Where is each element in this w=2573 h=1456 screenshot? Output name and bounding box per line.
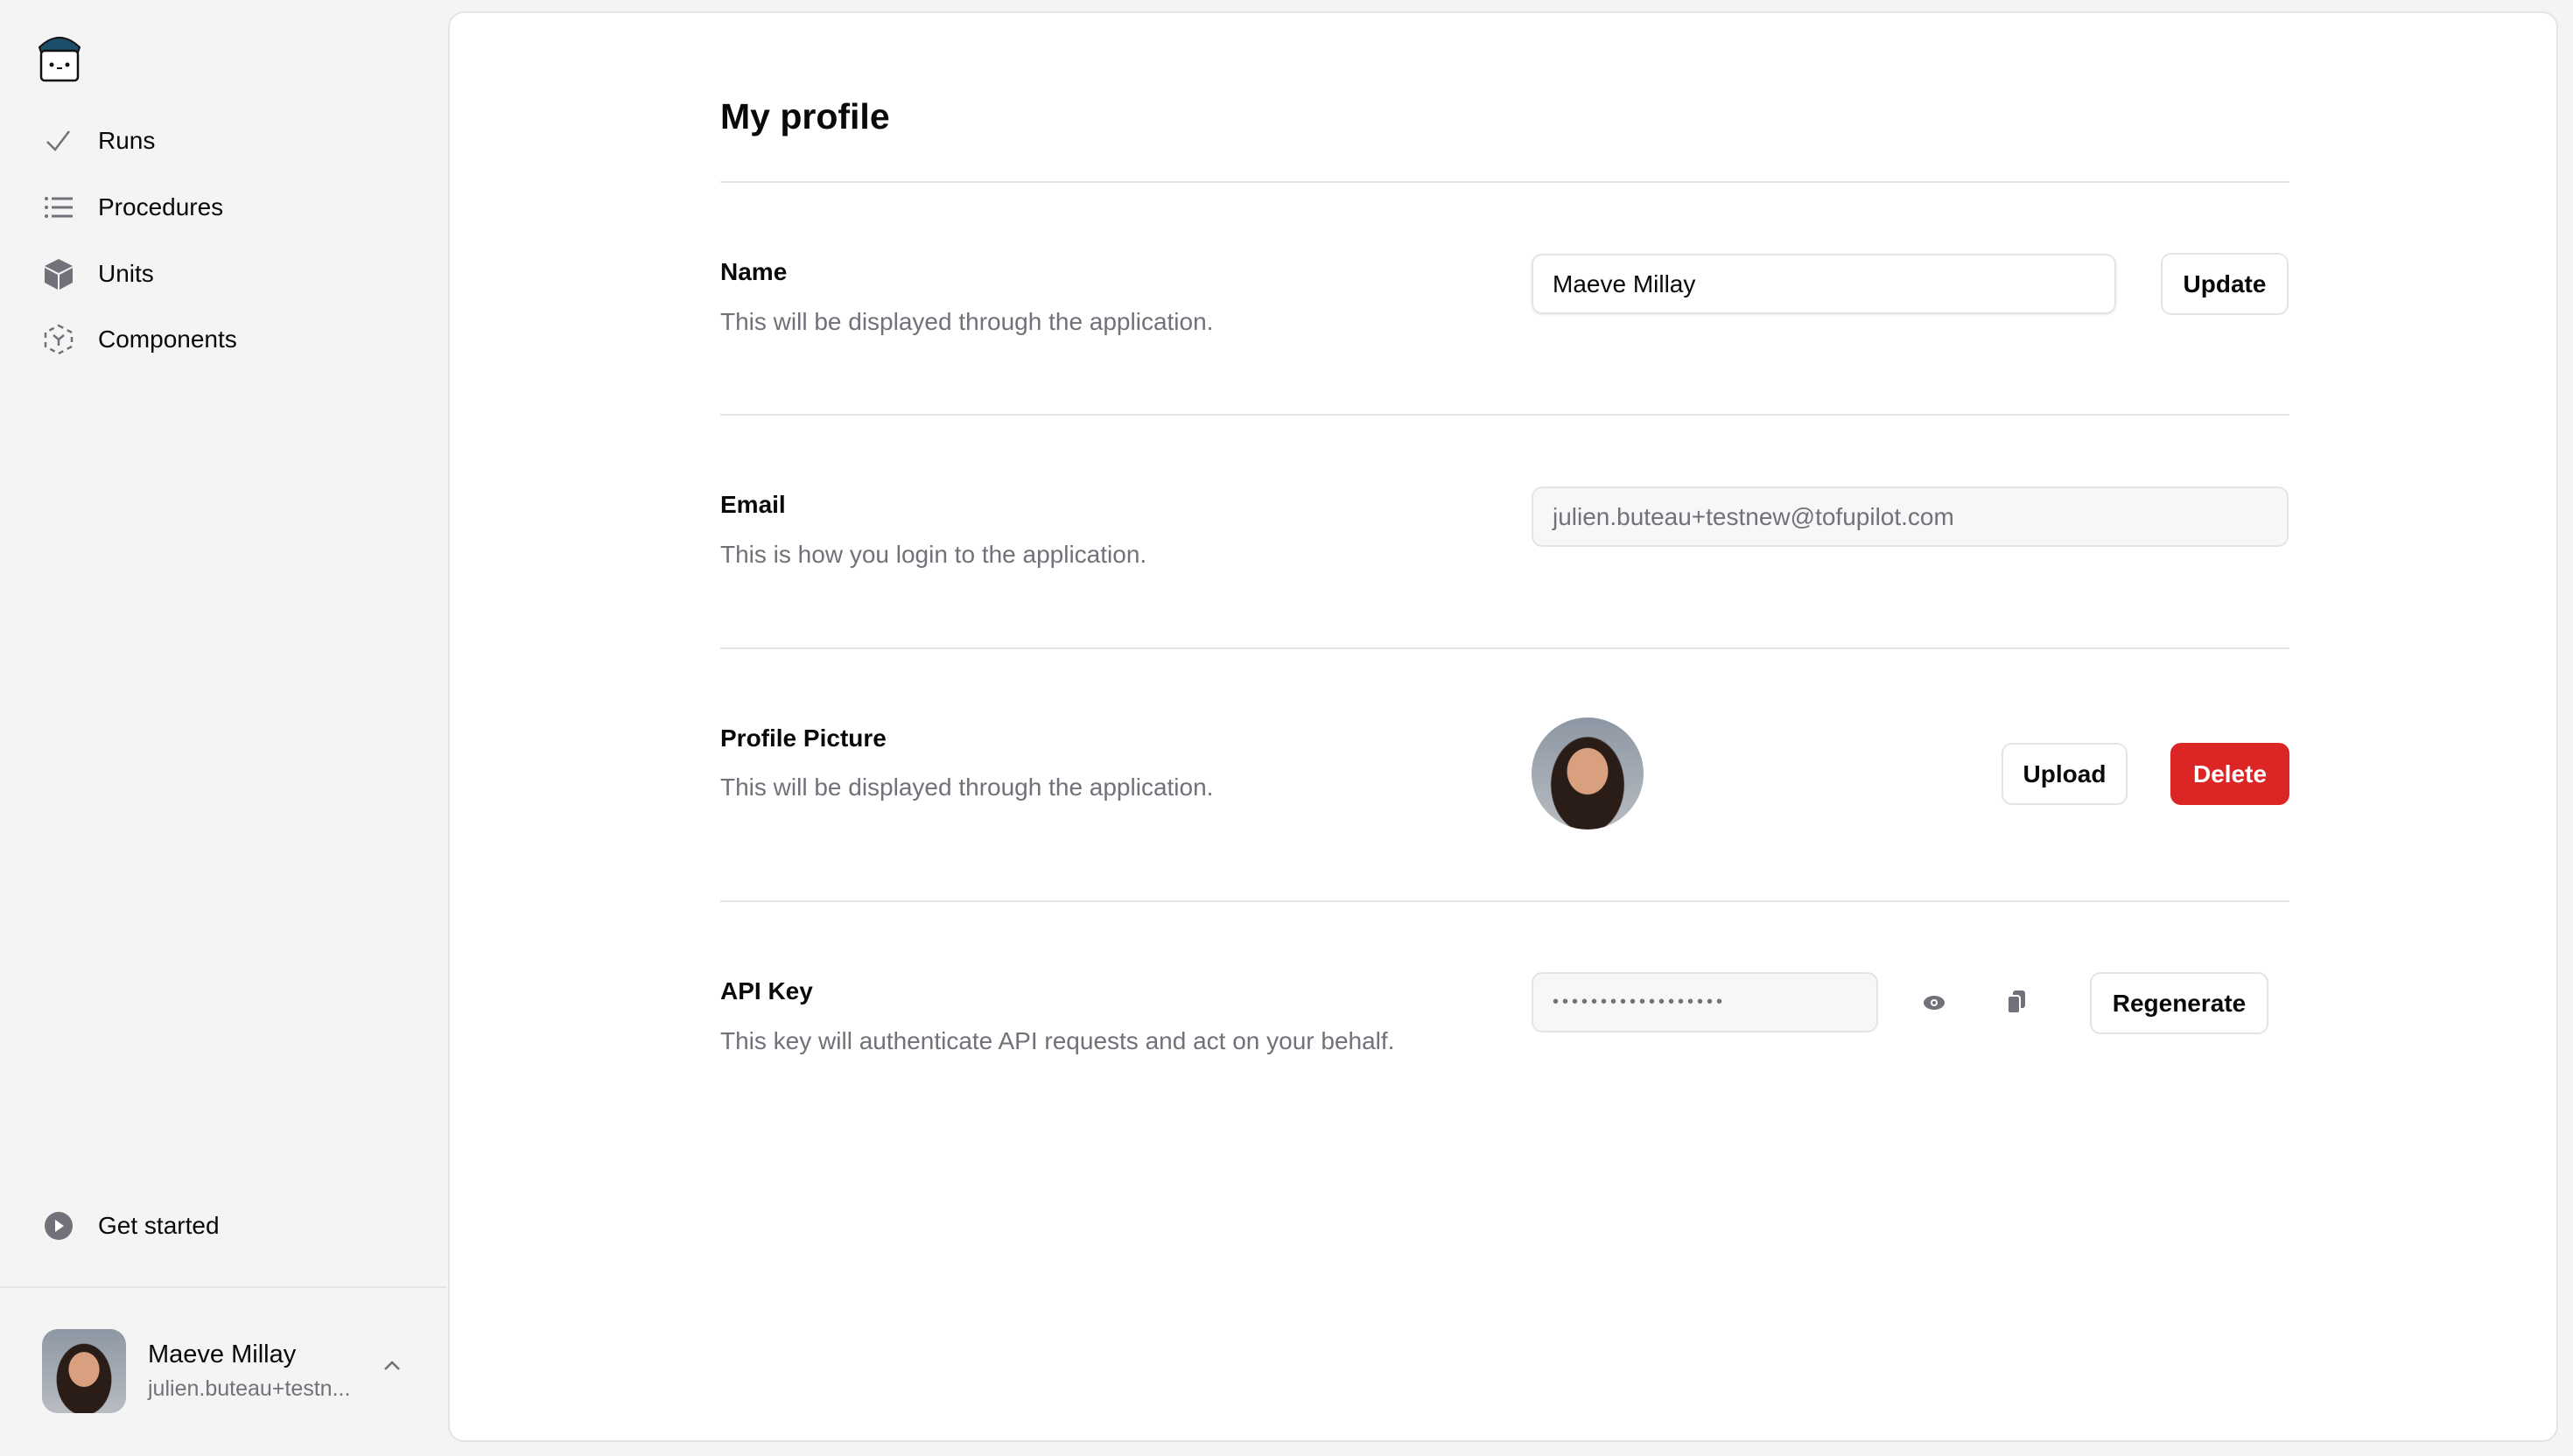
regenerate-button[interactable]: Regenerate <box>2090 972 2268 1034</box>
logo[interactable] <box>38 33 81 82</box>
divider <box>720 414 2289 416</box>
api-key-masked: •••••••••••••••••• <box>1553 992 1727 1012</box>
cube-icon <box>42 257 75 290</box>
user-menu[interactable]: Maeve Millay julien.buteau+testn... <box>0 1304 446 1435</box>
email-description: This is how you login to the application… <box>720 541 1147 568</box>
page-title: My profile <box>720 96 890 136</box>
sidebar-item-procedures[interactable]: Procedures <box>0 181 446 234</box>
name-value: Maeve Millay <box>1553 270 1696 298</box>
name-description: This will be displayed through the appli… <box>720 308 1214 335</box>
eye-icon[interactable] <box>1920 989 1948 1017</box>
divider <box>720 648 2289 649</box>
name-label: Name <box>720 258 788 285</box>
email-value: julien.buteau+testnew@tofupilot.com <box>1553 502 1954 530</box>
play-circle-icon <box>42 1209 75 1242</box>
avatar <box>42 1329 126 1413</box>
sidebar-item-units[interactable]: Units <box>0 248 446 300</box>
sidebar-divider <box>0 1286 446 1288</box>
upload-button[interactable]: Upload <box>2002 743 2128 805</box>
copy-icon[interactable] <box>2002 987 2030 1017</box>
sidebar-item-runs[interactable]: Runs <box>0 115 446 167</box>
picture-description: This will be displayed through the appli… <box>720 774 1214 801</box>
user-email: julien.buteau+testn... <box>148 1376 351 1401</box>
update-button[interactable]: Update <box>2161 253 2289 315</box>
api-key-label: API Key <box>720 977 813 1004</box>
divider <box>720 900 2289 902</box>
picture-label: Profile Picture <box>720 724 887 752</box>
list-icon <box>42 191 75 224</box>
chevron-up-icon <box>383 1360 401 1376</box>
sidebar-item-components[interactable]: Components <box>0 313 446 366</box>
user-name: Maeve Millay <box>148 1340 297 1368</box>
email-label: Email <box>720 491 786 518</box>
components-icon <box>42 323 75 356</box>
divider <box>720 181 2289 183</box>
api-key-description: This key will authenticate API requests … <box>720 1027 1395 1054</box>
name-input[interactable]: Maeve Millay <box>1532 254 2116 314</box>
profile-picture <box>1532 718 1644 830</box>
email-input[interactable]: julien.buteau+testnew@tofupilot.com <box>1532 486 2289 547</box>
check-icon <box>42 124 75 158</box>
delete-button[interactable]: Delete <box>2170 743 2289 805</box>
profile-panel: My profile Name This will be displayed t… <box>448 11 2558 1442</box>
api-key-input[interactable]: •••••••••••••••••• <box>1532 972 1878 1032</box>
get-started-link[interactable]: Get started <box>0 1200 446 1252</box>
